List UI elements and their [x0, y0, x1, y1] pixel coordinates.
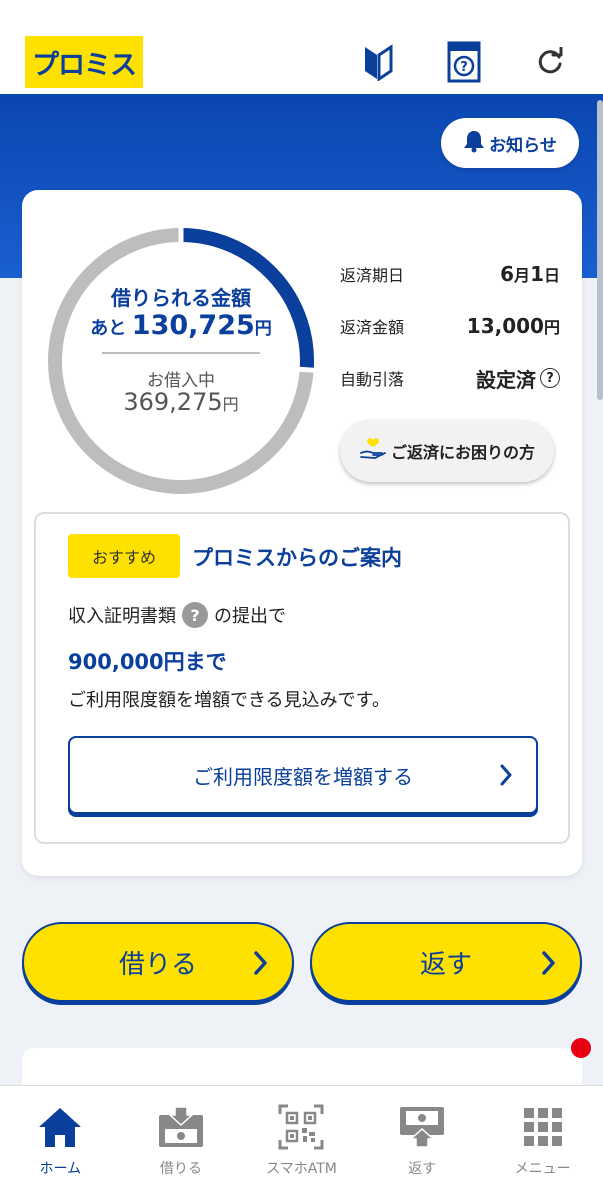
chevron-right-icon	[540, 949, 558, 981]
limit-summary: 借りられる金額 あと 130,725円 お借入中 369,275円	[40, 220, 322, 502]
logo-text: プロミス	[32, 49, 137, 81]
available-amount-line: あと 130,725円	[40, 310, 322, 341]
chevron-right-icon	[498, 762, 514, 792]
due-month-unit: 月	[514, 266, 531, 285]
nav-item-borrow[interactable]: 借りる	[121, 1086, 242, 1200]
auto-debit-label: 自動引落	[340, 370, 405, 389]
income-doc-label: 収入証明書類	[68, 606, 176, 627]
nav-label-repay: 返す	[408, 1161, 437, 1177]
help-book-icon[interactable]: ?	[444, 40, 484, 84]
available-yen: 円	[254, 319, 272, 339]
bottom-nav: ホーム 借りる スマホATM 返す メニュー	[0, 1085, 603, 1200]
repayment-trouble-label: ご返済にお困りの方	[390, 443, 535, 462]
income-doc-help-icon[interactable]: ?	[182, 602, 208, 628]
auto-debit-row: 自動引落 設定済 ?	[340, 363, 560, 393]
nav-item-repay[interactable]: 返す	[362, 1086, 483, 1200]
beginner-mark-icon[interactable]	[358, 40, 398, 84]
nav-item-menu[interactable]: メニュー	[482, 1086, 603, 1200]
income-doc-suffix: の提出で	[214, 606, 286, 627]
notification-dot	[571, 1038, 591, 1058]
auto-debit-status: 設定済	[476, 367, 536, 392]
scrollbar[interactable]	[597, 100, 603, 400]
refresh-icon[interactable]	[530, 40, 570, 84]
svg-text:?: ?	[460, 60, 468, 75]
due-date-label: 返済期日	[340, 266, 405, 285]
repayment-trouble-button[interactable]: ご返済にお困りの方	[340, 420, 554, 482]
nav-label-menu: メニュー	[514, 1161, 571, 1177]
due-day-unit: 日	[543, 266, 560, 285]
due-day: 1	[530, 262, 544, 286]
qr-code-icon	[276, 1102, 326, 1152]
menu-grid-icon	[518, 1102, 568, 1152]
hand-heart-icon	[359, 437, 387, 465]
nav-item-smartphone-atm[interactable]: スマホATM	[241, 1086, 362, 1200]
due-date-row: 返済期日 6月1日	[340, 259, 560, 289]
recommend-income-doc-line: 収入証明書類 ? の提出で	[68, 602, 286, 628]
repayment-amount-row: 返済金額 13,000 円	[340, 311, 560, 341]
repayment-yen: 円	[543, 318, 560, 337]
nav-label-home: ホーム	[39, 1161, 82, 1177]
repayment-amount: 13,000	[466, 314, 544, 338]
repay-label: 返す	[419, 949, 472, 980]
home-icon	[35, 1102, 85, 1152]
increase-limit-label: ご利用限度額を増額する	[193, 764, 413, 789]
nav-label-borrow: 借りる	[159, 1161, 202, 1177]
nav-label-smartphone-atm: スマホATM	[266, 1161, 337, 1177]
notifications-button[interactable]: お知らせ	[441, 118, 579, 168]
borrow-label: 借りる	[118, 949, 197, 980]
auto-debit-help-icon[interactable]: ?	[540, 368, 560, 388]
borrow-button[interactable]: 借りる	[22, 922, 294, 1002]
available-label: 借りられる金額	[111, 286, 251, 310]
app-header: プロミス ?	[0, 0, 603, 94]
promise-logo[interactable]: プロミス	[25, 36, 143, 88]
available-amount: 130,725	[131, 310, 255, 341]
recommend-title: プロミスからのご案内	[192, 546, 402, 570]
recommendation-box: おすすめ プロミスからのご案内 収入証明書類 ? の提出で 900,000円まで…	[34, 512, 570, 844]
repayment-amount-label: 返済金額	[340, 318, 405, 337]
recommend-description: ご利用限度額を増額できる見込みです。	[68, 690, 390, 711]
available-prefix: あと	[90, 318, 127, 339]
due-date-value: 6月1日	[500, 262, 560, 286]
recommend-badge: おすすめ	[68, 534, 180, 578]
chevron-right-icon	[252, 949, 270, 981]
increase-limit-button[interactable]: ご利用限度額を増額する	[68, 736, 538, 814]
borrowed-amount-line: 369,275円	[40, 388, 322, 416]
bell-icon	[463, 129, 485, 157]
auto-debit-value: 設定済 ?	[476, 364, 560, 393]
ring-divider	[102, 352, 260, 354]
repayment-amount-value: 13,000 円	[467, 314, 560, 338]
borrow-icon	[156, 1102, 206, 1152]
repay-button[interactable]: 返す	[310, 922, 582, 1002]
recommend-amount: 900,000円まで	[68, 650, 227, 674]
borrowed-yen: 円	[222, 395, 239, 414]
due-month: 6	[500, 262, 515, 286]
borrowed-amount: 369,275	[123, 388, 223, 416]
notifications-label: お知らせ	[489, 135, 557, 156]
repay-icon	[397, 1102, 447, 1152]
nav-item-home[interactable]: ホーム	[0, 1086, 121, 1200]
